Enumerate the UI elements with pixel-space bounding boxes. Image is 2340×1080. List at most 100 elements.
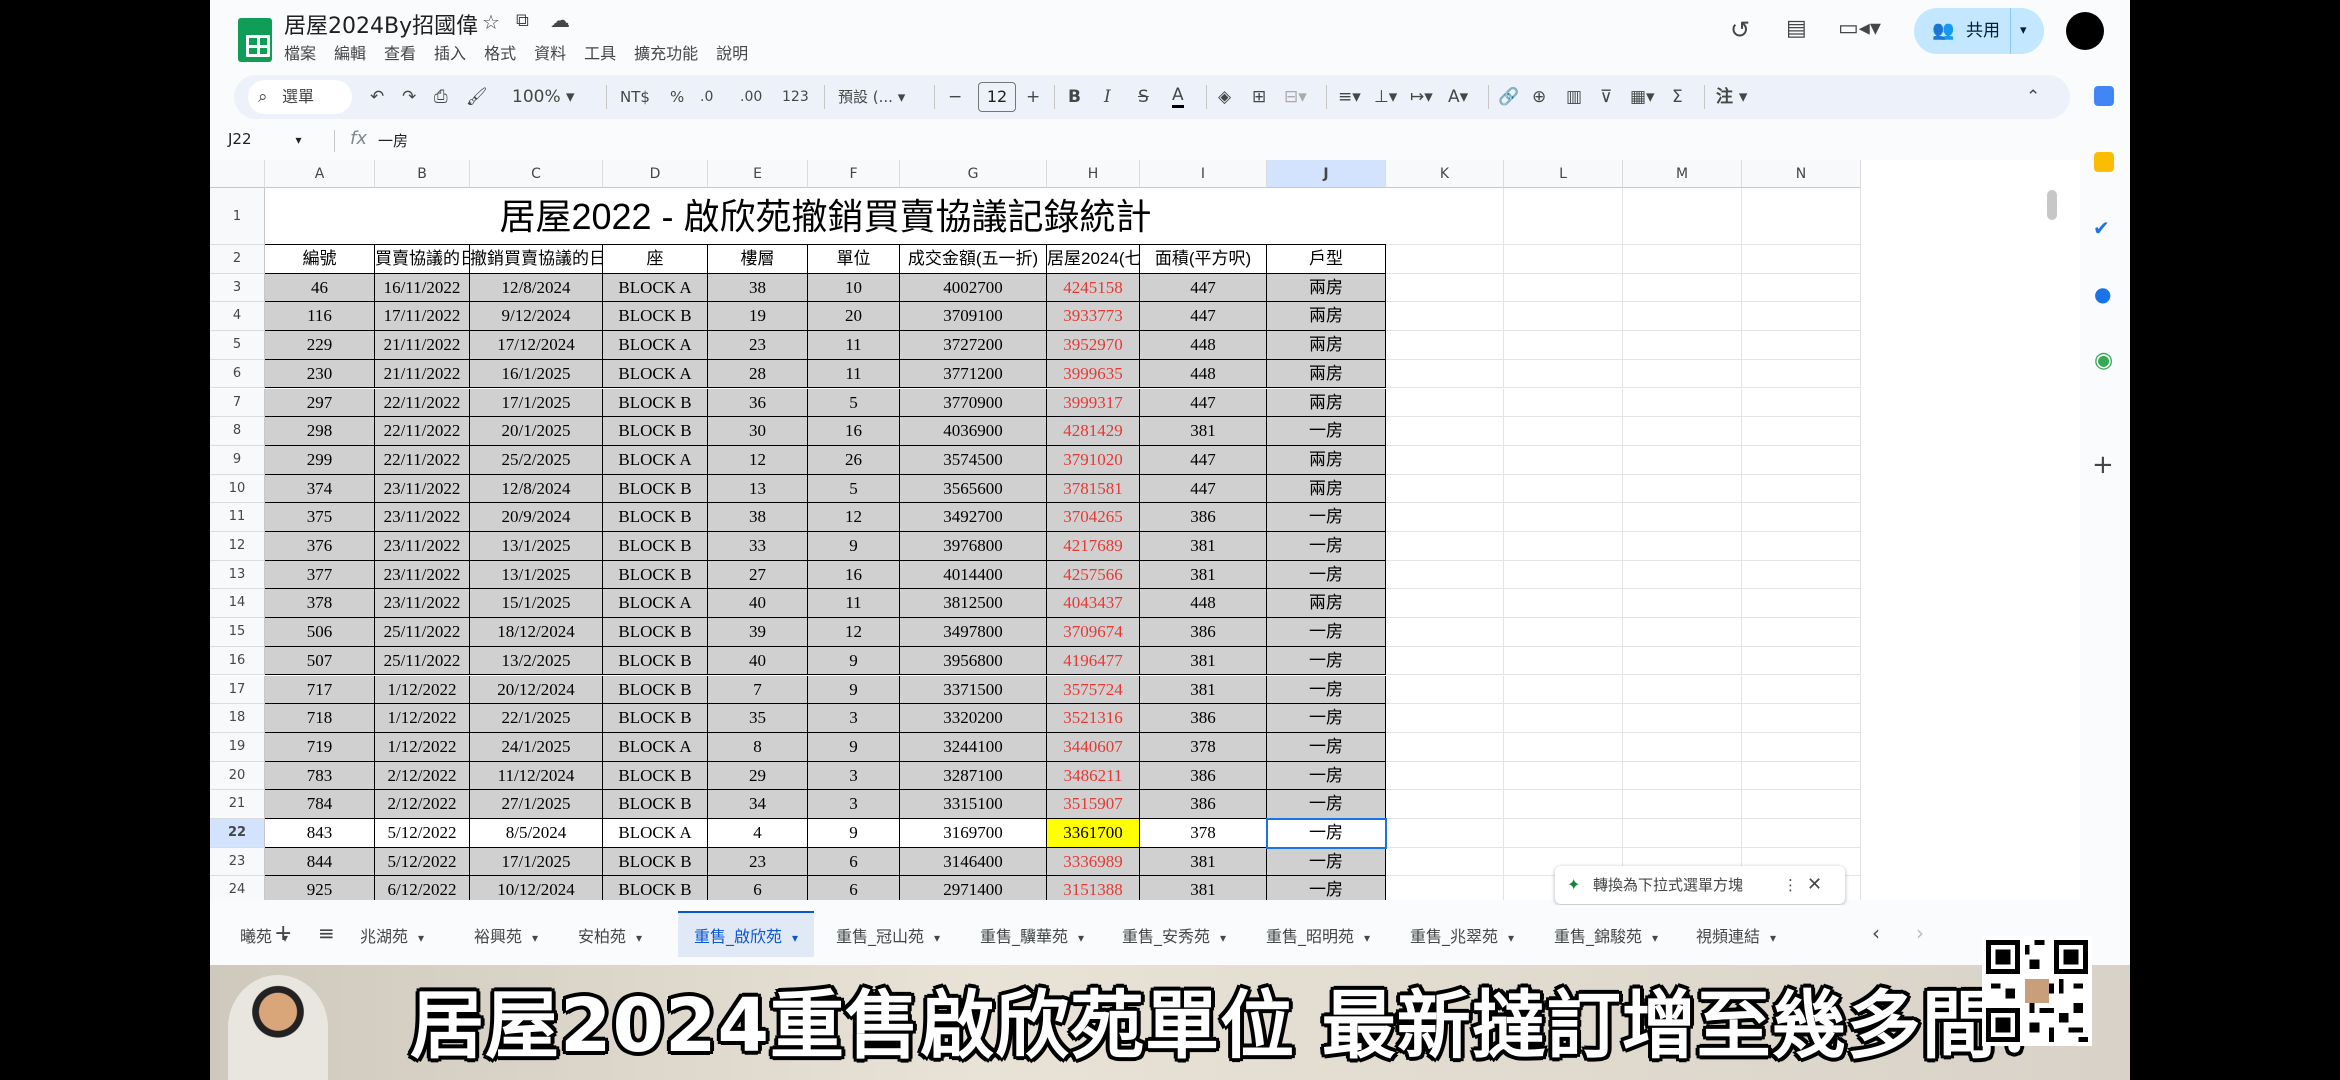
empty-cell[interactable] (1504, 819, 1623, 848)
table-cell[interactable]: 3146400 (900, 847, 1047, 877)
empty-cell[interactable] (1742, 589, 1861, 619)
table-cell[interactable]: 3709674 (1047, 618, 1140, 647)
menu-file[interactable]: 檔案 (284, 40, 316, 64)
tab-dropdown-icon[interactable]: ▾ (1770, 931, 1776, 945)
table-cell[interactable]: 3999635 (1047, 359, 1140, 389)
table-cell[interactable]: 13 (708, 474, 808, 504)
sheet-tab[interactable]: 重售_昭明苑 ▾ (1266, 923, 1370, 947)
table-header-cell[interactable]: 居屋2024(七折) (1047, 245, 1140, 274)
empty-cell[interactable] (1742, 245, 1861, 274)
table-cell[interactable]: 兩房 (1267, 359, 1386, 389)
table-cell[interactable]: 10 (808, 273, 900, 303)
table-cell[interactable]: 507 (265, 646, 375, 676)
table-cell[interactable]: 兩房 (1267, 273, 1386, 303)
empty-cell[interactable] (1386, 273, 1504, 303)
table-cell[interactable]: 一房 (1267, 761, 1386, 791)
empty-cell[interactable] (1623, 474, 1742, 504)
italic-button[interactable]: I (1104, 85, 1111, 109)
row-header[interactable]: 9 (210, 445, 265, 475)
table-cell[interactable]: 16/1/2025 (470, 359, 603, 389)
empty-cell[interactable] (1623, 618, 1742, 647)
table-cell[interactable]: 一房 (1267, 618, 1386, 647)
table-cell[interactable]: 718 (265, 704, 375, 733)
table-cell[interactable]: BLOCK B (603, 704, 708, 733)
table-cell[interactable]: 3515907 (1047, 790, 1140, 819)
table-header-cell[interactable]: 買賣協議的日期 (375, 245, 470, 274)
spreadsheet-grid[interactable]: ABCDEFGHIJKLMN 1 2 3 4 5 6 7 8 9 10 11 12 13 14 15 16 17… (210, 160, 2100, 900)
sheet-tab[interactable]: 重售_啟欣苑 ▾ (678, 911, 815, 957)
table-cell[interactable]: 3 (808, 761, 900, 791)
vertical-align-icon[interactable]: ⊥▾ (1374, 85, 1397, 109)
meet-icon[interactable]: ▭◂▾ (1838, 18, 1881, 40)
table-cell[interactable]: BLOCK B (603, 618, 708, 647)
table-cell[interactable]: 30 (708, 417, 808, 446)
table-cell[interactable]: 35 (708, 704, 808, 733)
table-cell[interactable]: 22/1/2025 (470, 704, 603, 733)
table-cell[interactable]: 3999317 (1047, 388, 1140, 418)
tab-dropdown-icon[interactable]: ▾ (1652, 931, 1658, 945)
table-cell[interactable]: 3791020 (1047, 445, 1140, 475)
empty-cell[interactable] (1623, 819, 1742, 848)
tab-dropdown-icon[interactable]: ▾ (532, 931, 538, 945)
sheets-logo-icon[interactable] (238, 18, 272, 62)
table-cell[interactable]: 7 (708, 675, 808, 705)
table-cell[interactable]: 13/1/2025 (470, 532, 603, 561)
table-cell[interactable]: 447 (1140, 273, 1267, 303)
empty-cell[interactable] (1386, 819, 1504, 848)
empty-cell[interactable] (1504, 273, 1623, 303)
menu-data[interactable]: 資料 (534, 40, 566, 64)
empty-cell[interactable] (1742, 675, 1861, 705)
table-cell[interactable]: 381 (1140, 876, 1267, 900)
table-cell[interactable]: 3704265 (1047, 503, 1140, 532)
table-cell[interactable]: 11 (808, 331, 900, 360)
name-box[interactable]: J22 ▾ (228, 130, 302, 148)
table-header-cell[interactable]: 面積(平方呎) (1140, 245, 1267, 274)
table-cell[interactable]: BLOCK A (603, 445, 708, 475)
column-header-B[interactable]: B (375, 160, 470, 188)
table-cell[interactable]: BLOCK A (603, 359, 708, 389)
row-header[interactable]: 15 (210, 618, 265, 647)
table-cell[interactable]: 24/1/2025 (470, 732, 603, 762)
table-cell[interactable]: 447 (1140, 445, 1267, 475)
column-header-M[interactable]: M (1623, 160, 1742, 188)
empty-cell[interactable] (1623, 790, 1742, 819)
table-cell[interactable]: 3770900 (900, 388, 1047, 418)
empty-cell[interactable] (1623, 302, 1742, 332)
table-cell[interactable]: 3771200 (900, 359, 1047, 389)
table-cell[interactable]: 3565600 (900, 474, 1047, 504)
share-dropdown-icon[interactable]: ▾ (2020, 8, 2027, 54)
empty-cell[interactable] (1623, 560, 1742, 590)
table-cell[interactable]: 38 (708, 503, 808, 532)
currency-format-button[interactable]: NT$ (620, 85, 650, 109)
menu-view[interactable]: 查看 (384, 40, 416, 64)
table-cell[interactable]: 297 (265, 388, 375, 418)
empty-cell[interactable] (1504, 474, 1623, 504)
empty-cell[interactable] (1386, 417, 1504, 446)
table-cell[interactable]: 33 (708, 532, 808, 561)
empty-cell[interactable] (1504, 503, 1623, 532)
table-cell[interactable]: 4245158 (1047, 273, 1140, 303)
column-header-K[interactable]: K (1386, 160, 1504, 188)
tab-dropdown-icon[interactable]: ▾ (1220, 931, 1226, 945)
table-cell[interactable]: 4002700 (900, 273, 1047, 303)
table-cell[interactable]: 843 (265, 819, 375, 848)
table-cell[interactable]: 3521316 (1047, 704, 1140, 733)
table-header-cell[interactable]: 成交金額(五一折) (900, 245, 1047, 274)
tab-dropdown-icon[interactable]: ▾ (636, 931, 642, 945)
comments-icon[interactable]: ▤ (1786, 18, 1807, 40)
tab-dropdown-icon[interactable]: ▾ (282, 931, 288, 945)
menu-insert[interactable]: 插入 (434, 40, 466, 64)
row-header[interactable]: 11 (210, 503, 265, 532)
table-cell[interactable]: 一房 (1267, 790, 1386, 819)
table-cell[interactable]: BLOCK B (603, 474, 708, 504)
row-header[interactable]: 14 (210, 589, 265, 619)
table-cell[interactable]: 3727200 (900, 331, 1047, 360)
text-color-button[interactable]: A (1172, 85, 1184, 108)
empty-cell[interactable] (1386, 589, 1504, 619)
increase-decimal-button[interactable]: .00 (740, 85, 762, 109)
table-header-cell[interactable]: 戶型 (1267, 245, 1386, 274)
empty-cell[interactable] (1742, 359, 1861, 389)
table-cell[interactable]: 381 (1140, 675, 1267, 705)
table-cell[interactable]: 116 (265, 302, 375, 332)
table-cell[interactable]: 299 (265, 445, 375, 475)
